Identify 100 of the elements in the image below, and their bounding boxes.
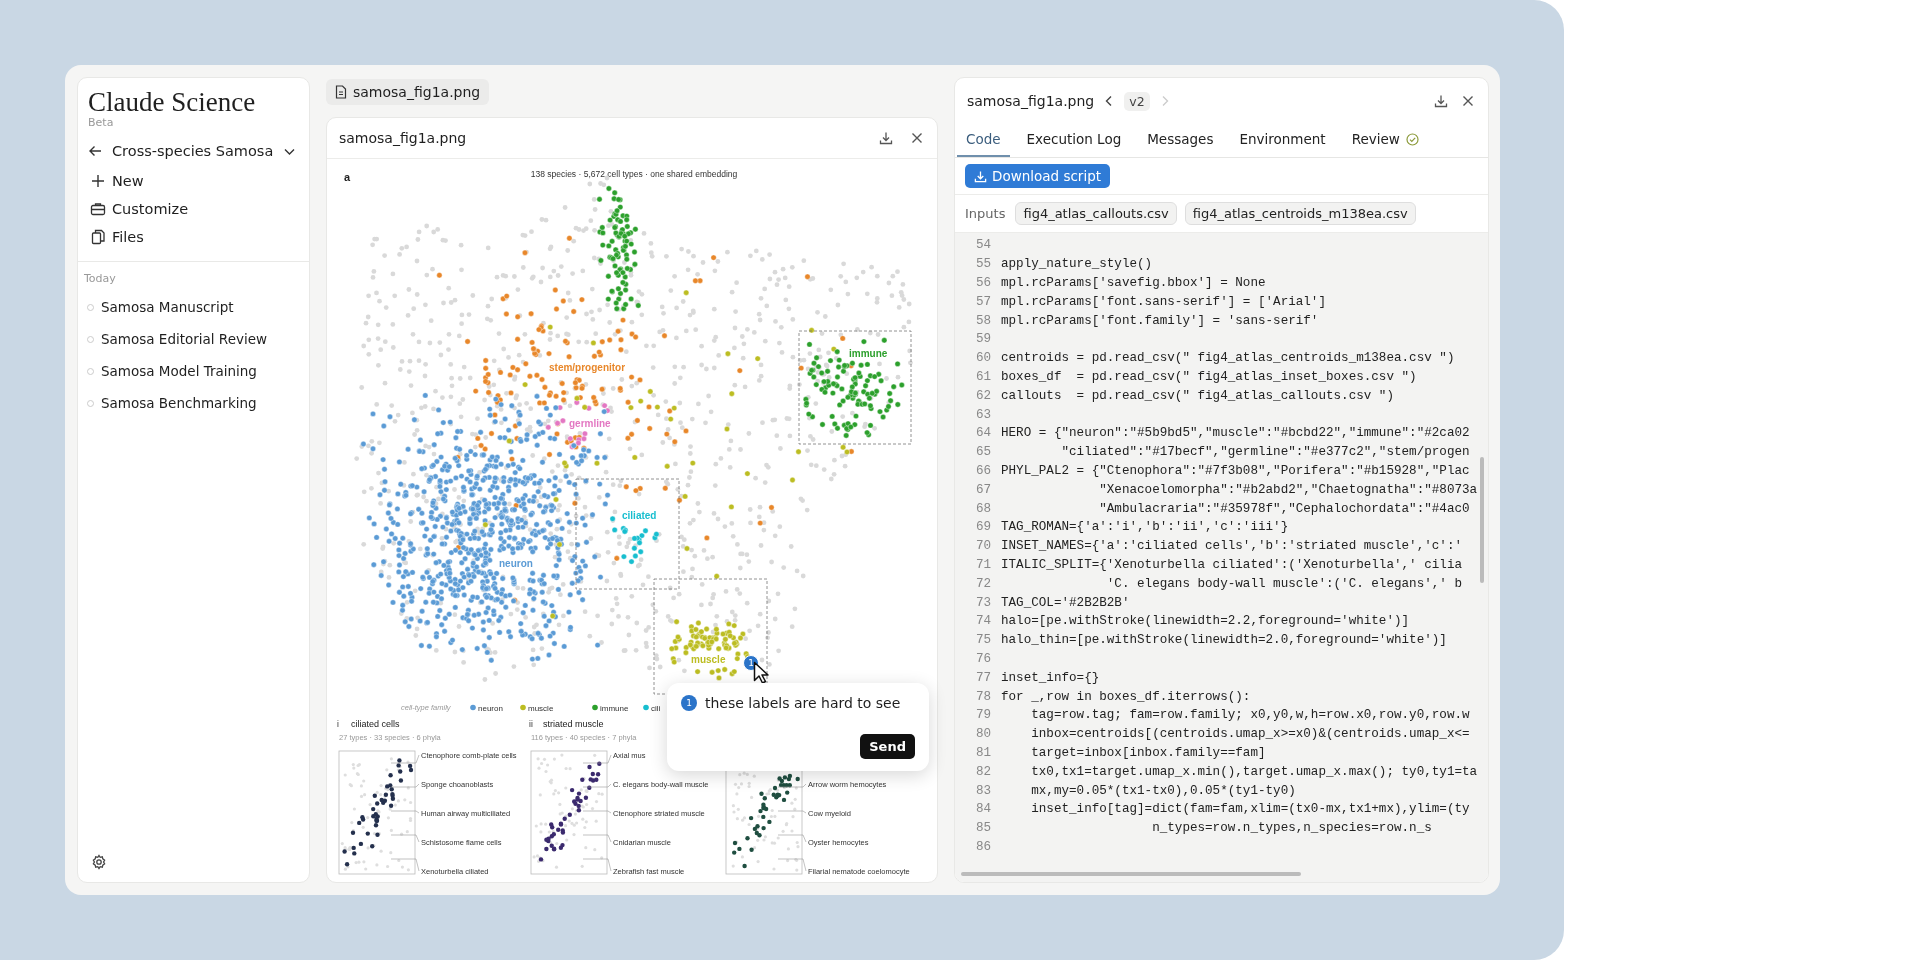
line-number: 64	[974, 426, 992, 441]
download-icon	[974, 169, 987, 183]
close-icon	[1462, 95, 1474, 107]
code-line: inset_info[tag]=dict(fam=fam,xlim=(tx0-mx,tx1+mx),ylim=(ty	[1030, 802, 1470, 817]
line-number: 56	[974, 276, 992, 290]
line-number: 60	[974, 351, 992, 366]
line-number: 72	[974, 576, 992, 591]
code-line: halo_thin=[pe.withStroke(linewidth=2.0,foreground='white')]	[1001, 633, 1447, 648]
code-line: HERO = {"neuron":"#5b9bd5","muscle":"#bcbd22","immune":"#2ca02	[1001, 426, 1470, 441]
briefcase-icon	[90, 201, 106, 218]
tab[interactable]: Code	[957, 124, 1010, 157]
app-title: Claude Science	[87, 88, 257, 117]
code-line: TAG_ROMAN={'a':'i','b':'ii','c':'iii'}	[1001, 520, 1289, 535]
line-number: 78	[974, 689, 992, 704]
line-number: 57	[974, 294, 992, 309]
legend-label: muscle	[528, 703, 554, 713]
line-number: 62	[974, 388, 992, 403]
cluster-label: germline	[569, 418, 611, 429]
line-number: 54	[974, 238, 992, 253]
code-line: inset_info={}	[1001, 670, 1100, 685]
line-number: 84	[974, 802, 992, 817]
code-line: 'C. elegans body-wall muscle':('C. elegans',' b	[1105, 576, 1462, 591]
leader-line	[777, 858, 807, 872]
code-line: boxes_df = pd.read_csv(" fig4_atlas_inset_boxes.csv ")	[1001, 369, 1417, 384]
line-number: 59	[974, 332, 992, 347]
line-number: 58	[974, 313, 992, 328]
file-tab[interactable]: samosa_fig1a.png	[326, 79, 490, 105]
line-number: 70	[974, 539, 992, 554]
tab[interactable]: Execution Log	[1017, 124, 1131, 157]
line-number: 76	[974, 651, 992, 666]
line-number: 85	[974, 821, 992, 836]
line-number: 55	[974, 257, 992, 272]
code-line: tag=row.tag; fam=row.family; x0,y0,w,h=row.x0,row.y0,row.w	[1030, 708, 1470, 723]
tab[interactable]: Environment	[1230, 124, 1335, 157]
cluster-label: muscle	[691, 654, 726, 665]
chat-item[interactable]: Samosa Editorial Review	[78, 323, 309, 356]
settings-icon[interactable]	[91, 854, 107, 870]
line-number: 83	[974, 783, 992, 798]
code-line: TAG_COL='#2B2B2B'	[1001, 595, 1130, 610]
send-button[interactable]: Send	[860, 734, 915, 759]
leader-line	[582, 834, 612, 843]
code-line: apply_nature_style()	[1001, 257, 1153, 272]
download-script-button[interactable]: Download script	[965, 164, 1110, 188]
code-line: mpl.rcParams['font.family'] = 'sans-serif'	[1001, 313, 1319, 328]
line-number: 71	[974, 557, 992, 572]
code-line: INSET_NAMES={'a':'ciliated cells','b':'striated muscle','c':'	[1001, 539, 1462, 554]
cluster-label: neuron	[499, 558, 533, 569]
sidebar-item[interactable]: New	[90, 171, 297, 192]
cluster-label: stem/progenitor	[549, 362, 626, 373]
leader-line	[777, 834, 807, 843]
input-file-chip[interactable]: fig4_atlas_callouts.csv	[1015, 202, 1177, 225]
document-icon	[335, 85, 347, 99]
inset-numeral: ii	[529, 719, 533, 729]
line-number: 67	[974, 482, 992, 497]
download-icon	[879, 131, 893, 145]
version-label[interactable]: v2	[1124, 91, 1150, 111]
code-line: target=inbox[inbox.family==fam]	[1030, 745, 1266, 760]
chat-item[interactable]: Samosa Model Training	[78, 355, 309, 388]
code-line: PHYL_PAL2 = {"Ctenophora":"#7f3b08","Porifera":"#b15928","Plac	[1001, 463, 1470, 478]
tab[interactable]: Review	[1342, 124, 1428, 157]
code-line: inbox=centroids[(centroids.umap_x>=x0)&(centroids.umap_x<=	[1030, 727, 1470, 742]
leader-line	[582, 754, 612, 764]
cluster-label: ciliated	[622, 510, 657, 521]
code-line: "ciliated":"#17becf","germline":"#e377c2","stem/progen	[1060, 445, 1470, 460]
chat-item[interactable]: Samosa Manuscript	[78, 291, 309, 324]
figure-subtitle: 138 species · 5,672 cell types · one shared embedding	[530, 169, 738, 179]
code-line: mpl.rcParams['font.sans-serif'] = ['Arial']	[1001, 294, 1326, 309]
download-icon	[1434, 94, 1448, 108]
sidebar-item[interactable]: Files	[90, 227, 297, 248]
line-number: 65	[974, 445, 992, 460]
code-line: ITALIC_SPLIT={'Xenoturbella ciliated':('Xenoturbella',' cilia	[1001, 557, 1462, 572]
input-file-chip[interactable]: fig4_atlas_centroids_m138ea.csv	[1184, 202, 1416, 225]
code-line: n_types=row.n_types,n_species=row.n_s	[1151, 821, 1432, 836]
scrollbar[interactable]	[1480, 457, 1484, 583]
project-name[interactable]: Cross-species Samosa	[112, 143, 274, 160]
legend-label: neuron	[478, 703, 503, 713]
leader-line	[582, 783, 612, 788]
section-label: Today	[83, 271, 117, 288]
panel-title: samosa_fig1a.png	[967, 93, 1095, 109]
plus-icon	[90, 173, 106, 190]
legend-label: cili	[651, 703, 661, 713]
scrollbar[interactable]	[961, 872, 1301, 876]
code-line: mpl.rcParams['savefig.bbox'] = None	[1001, 276, 1266, 290]
line-number: 82	[974, 764, 992, 779]
line-number: 74	[974, 614, 992, 629]
chat-item[interactable]: Samosa Benchmarking	[78, 387, 309, 420]
line-number: 79	[974, 708, 992, 723]
leader-line	[390, 783, 420, 788]
tab[interactable]: Messages	[1138, 124, 1223, 157]
inputs-label: Inputs	[965, 206, 1006, 221]
sidebar-item[interactable]: Customize	[90, 199, 297, 220]
cluster-label: immune	[849, 348, 888, 359]
code-line: "Ambulacraria":"#35978f","Cephalochordata":"#4ac0	[1098, 501, 1470, 516]
legend-label: immune	[600, 703, 629, 713]
line-number: 68	[974, 501, 992, 516]
viewer-title: samosa_fig1a.png	[339, 130, 468, 146]
beta-label: Beta	[87, 116, 115, 130]
line-number: 75	[974, 633, 992, 648]
leader-line	[390, 858, 420, 872]
copy-icon	[90, 229, 106, 246]
